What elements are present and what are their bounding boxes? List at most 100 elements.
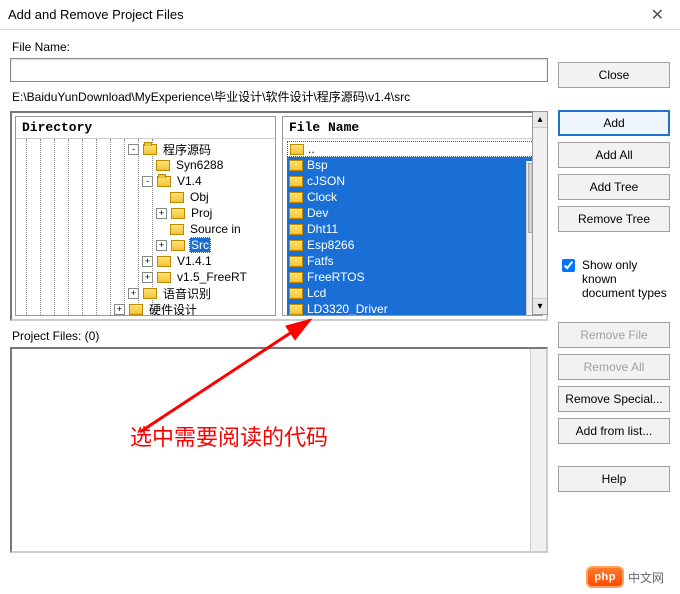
folder-icon <box>289 288 303 299</box>
expand-icon[interactable]: + <box>142 272 153 283</box>
browse-panes: Directory - 程序源码Syn6288 - V1.4 Obj+ProjSourc… <box>10 111 548 321</box>
tree-row[interactable]: Obj <box>18 189 275 205</box>
filelist-header: File Name <box>283 117 542 139</box>
directory-header: Directory <box>16 117 275 139</box>
folder-icon <box>143 144 157 155</box>
titlebar: Add and Remove Project Files ✕ <box>0 0 680 30</box>
help-button[interactable]: Help <box>558 466 670 492</box>
tree-row[interactable]: +V1.4.1 <box>18 253 275 269</box>
file-list[interactable]: ..Bsp cJSON Clock Dev Dht11 Esp8266 Fatfs FreeR… <box>283 139 542 315</box>
tree-label: Syn6288 <box>174 158 225 172</box>
file-row[interactable]: LD3320_Driver <box>287 301 542 315</box>
file-row[interactable]: Clock <box>287 189 542 205</box>
file-row[interactable]: Dht11 <box>287 221 542 237</box>
tree-label: 硬件设计 <box>147 301 199 316</box>
folder-icon <box>289 160 303 171</box>
scroll-up-icon[interactable]: ▴ <box>533 112 547 128</box>
folder-icon <box>289 192 303 203</box>
folder-icon <box>157 256 171 267</box>
window-title: Add and Remove Project Files <box>8 7 643 22</box>
watermark-badge: php <box>586 566 624 588</box>
tree-row[interactable]: + 语音识别 <box>18 285 275 301</box>
directory-pane: Directory - 程序源码Syn6288 - V1.4 Obj+ProjSourc… <box>15 116 276 316</box>
current-path: E:\BaiduYunDownload\MyExperience\毕业设计\软件… <box>12 88 546 105</box>
remove-special-button[interactable]: Remove Special... <box>558 386 670 412</box>
folder-icon <box>157 272 171 283</box>
show-known-types-checkbox[interactable]: Show only known document types <box>558 258 670 300</box>
file-label: Dev <box>307 206 328 220</box>
remove-tree-button[interactable]: Remove Tree <box>558 206 670 232</box>
file-label: Lcd <box>307 286 326 300</box>
checkbox-label: Show only known document types <box>582 258 670 300</box>
folder-icon <box>289 224 303 235</box>
expand-icon[interactable]: + <box>128 288 139 299</box>
file-row[interactable]: cJSON <box>287 173 542 189</box>
close-icon[interactable]: ✕ <box>643 5 672 25</box>
file-label: FreeRTOS <box>307 270 365 284</box>
folder-icon <box>156 160 170 171</box>
folder-icon <box>289 272 303 283</box>
tree-label: V1.4 <box>175 174 204 188</box>
file-row[interactable]: Lcd <box>287 285 542 301</box>
file-row[interactable]: Dev <box>287 205 542 221</box>
folder-icon <box>157 176 171 187</box>
file-label: Fatfs <box>307 254 334 268</box>
expand-icon[interactable]: + <box>142 256 153 267</box>
expand-icon[interactable]: + <box>114 304 125 315</box>
file-label: Dht11 <box>307 222 338 236</box>
folder-up-icon <box>290 144 304 155</box>
expand-icon[interactable]: + <box>156 240 167 251</box>
tree-row[interactable]: Syn6288 <box>18 157 275 173</box>
add-button[interactable]: Add <box>558 110 670 136</box>
file-label: Esp8266 <box>307 238 354 252</box>
close-button[interactable]: Close <box>558 62 670 88</box>
tree-label: Src <box>189 237 211 253</box>
file-name-input[interactable] <box>10 58 548 82</box>
file-row[interactable]: FreeRTOS <box>287 269 542 285</box>
file-label: Clock <box>307 190 337 204</box>
folder-icon <box>171 208 185 219</box>
folder-icon <box>289 240 303 251</box>
remove-all-button[interactable]: Remove All <box>558 354 670 380</box>
project-files-list[interactable] <box>10 347 548 553</box>
panes-scrollbar[interactable]: ▴ ▾ <box>532 111 548 315</box>
file-label: LD3320_Driver <box>307 302 388 315</box>
folder-icon <box>289 208 303 219</box>
tree-label: 语音识别 <box>161 285 213 302</box>
tree-row[interactable]: Source in <box>18 221 275 237</box>
file-label: cJSON <box>307 174 345 188</box>
tree-row[interactable]: +Proj <box>18 205 275 221</box>
folder-icon <box>289 256 303 267</box>
folder-icon <box>129 304 143 315</box>
scroll-down-icon[interactable]: ▾ <box>533 298 547 314</box>
add-all-button[interactable]: Add All <box>558 142 670 168</box>
directory-tree[interactable]: - 程序源码Syn6288 - V1.4 Obj+ProjSource in + Src+V… <box>16 139 275 315</box>
project-files-scrollbar[interactable] <box>530 349 546 551</box>
file-row[interactable]: Bsp <box>287 157 542 173</box>
tree-label: v1.5_FreeRT <box>175 270 249 284</box>
folder-icon <box>289 304 303 315</box>
tree-row[interactable]: + v1.5_FreeRT <box>18 269 275 285</box>
expand-icon[interactable]: + <box>156 208 167 219</box>
tree-row[interactable]: - 程序源码 <box>18 141 275 157</box>
folder-icon <box>143 288 157 299</box>
tree-label: Obj <box>188 190 211 204</box>
add-from-list-button[interactable]: Add from list... <box>558 418 670 444</box>
folder-icon <box>170 192 184 203</box>
tree-label: Source in <box>188 222 243 236</box>
tree-row[interactable]: + 硬件设计 <box>18 301 275 315</box>
file-row[interactable]: Fatfs <box>287 253 542 269</box>
file-label: Bsp <box>307 158 328 172</box>
tree-row[interactable]: - V1.4 <box>18 173 275 189</box>
checkbox-input[interactable] <box>562 259 575 272</box>
tree-label: 程序源码 <box>161 141 213 158</box>
file-row-up[interactable]: .. <box>287 141 542 157</box>
tree-row[interactable]: + Src <box>18 237 275 253</box>
add-tree-button[interactable]: Add Tree <box>558 174 670 200</box>
file-row[interactable]: Esp8266 <box>287 237 542 253</box>
collapse-icon[interactable]: - <box>142 176 153 187</box>
project-files-label: Project Files: (0) <box>12 329 546 343</box>
remove-file-button[interactable]: Remove File <box>558 322 670 348</box>
watermark: php 中文网 <box>586 566 664 588</box>
collapse-icon[interactable]: - <box>128 144 139 155</box>
